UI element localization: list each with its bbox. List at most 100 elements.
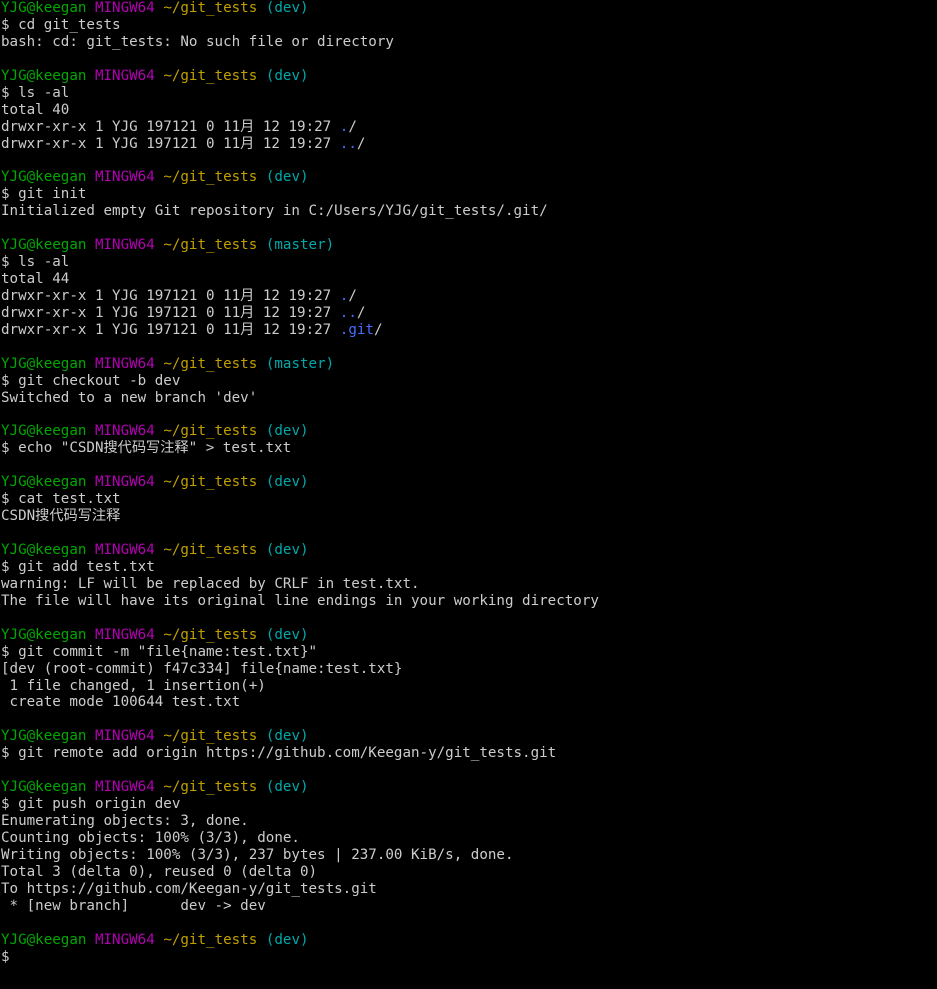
prompt-line: YJG@keegan MINGW64 ~/git_tests (dev) bbox=[1, 169, 937, 186]
directory-listing-line: drwxr-xr-x 1 YJG 197121 0 11月 12 19:27 .… bbox=[1, 322, 937, 339]
prompt-line: YJG@keegan MINGW64 ~/git_tests (dev) bbox=[1, 68, 937, 85]
output-line: CSDN搜代码写注释 bbox=[1, 508, 121, 525]
output-line: [dev (root-commit) f47c334] file{name:te… bbox=[1, 660, 403, 677]
prompt-path: ~/git_tests bbox=[163, 67, 258, 84]
prompt-msystem: MINGW64 bbox=[94, 542, 155, 558]
prompt-path: ~/git_tests bbox=[163, 355, 258, 372]
prompt-branch: (dev) bbox=[265, 169, 309, 186]
prompt-msystem: MINGW64 bbox=[94, 169, 155, 186]
output-line: bash: cd: git_tests: No such file or dir… bbox=[1, 33, 394, 50]
listing-attributes: drwxr-xr-x 1 YJG 197121 0 11月 12 19:27 bbox=[1, 321, 340, 338]
prompt-user: YJG@keegan bbox=[1, 728, 87, 745]
output-line: Enumerating objects: 3, done. bbox=[1, 813, 249, 829]
directory-listing-line: drwxr-xr-x 1 YJG 197121 0 11月 12 19:27 .… bbox=[1, 136, 937, 153]
listing-attributes: drwxr-xr-x 1 YJG 197121 0 11月 12 19:27 bbox=[1, 287, 340, 304]
prompt-path: ~/git_tests bbox=[163, 169, 258, 186]
command-line: $ ls -al bbox=[1, 254, 70, 271]
prompt-line: YJG@keegan MINGW64 ~/git_tests (dev) bbox=[1, 0, 937, 17]
command-line: $ git init bbox=[1, 186, 87, 203]
directory-listing-line: drwxr-xr-x 1 YJG 197121 0 11月 12 19:27 .… bbox=[1, 119, 937, 136]
prompt-branch: (master) bbox=[265, 237, 335, 254]
prompt-msystem: MINGW64 bbox=[94, 237, 155, 254]
directory-listing-line: drwxr-xr-x 1 YJG 197121 0 11月 12 19:27 .… bbox=[1, 305, 937, 322]
prompt-msystem: MINGW64 bbox=[94, 626, 155, 643]
listing-suffix: / bbox=[356, 304, 366, 321]
output-line: Total 3 (delta 0), reused 0 (delta 0) bbox=[1, 863, 318, 880]
listing-directory-name: .git bbox=[339, 321, 374, 338]
terminal-window[interactable]: YJG@keegan MINGW64 ~/git_tests (dev) $ cd… bbox=[0, 0, 937, 965]
listing-attributes: drwxr-xr-x 1 YJG 197121 0 11月 12 19:27 bbox=[1, 135, 340, 152]
prompt-user: YJG@keegan bbox=[1, 237, 87, 254]
prompt-msystem: MINGW64 bbox=[94, 423, 155, 440]
directory-listing-line: drwxr-xr-x 1 YJG 197121 0 11月 12 19:27 .… bbox=[1, 288, 937, 305]
output-line: The file will have its original line end… bbox=[1, 592, 599, 609]
command-line: $ git add test.txt bbox=[1, 558, 155, 575]
output-line: total 40 bbox=[1, 101, 70, 118]
prompt-path: ~/git_tests bbox=[163, 542, 258, 558]
output-line: warning: LF will be replaced by CRLF in … bbox=[1, 575, 420, 592]
prompt-branch: (dev) bbox=[265, 474, 309, 491]
listing-suffix: / bbox=[356, 135, 366, 152]
prompt-line: YJG@keegan MINGW64 ~/git_tests (dev) bbox=[1, 542, 937, 559]
prompt-branch: (dev) bbox=[265, 779, 309, 796]
prompt-user: YJG@keegan bbox=[1, 67, 87, 84]
command-line: $ echo "CSDN搜代码写注释" > test.txt bbox=[1, 440, 292, 457]
prompt-branch: (dev) bbox=[265, 542, 309, 558]
listing-suffix: / bbox=[348, 118, 357, 135]
output-line: 1 file changed, 1 insertion(+) bbox=[1, 677, 266, 694]
prompt-msystem: MINGW64 bbox=[94, 0, 155, 16]
command-line: $ cd git_tests bbox=[1, 16, 121, 33]
prompt-user: YJG@keegan bbox=[1, 779, 87, 796]
prompt-branch: (dev) bbox=[265, 423, 309, 440]
output-line: total 44 bbox=[1, 271, 70, 287]
command-input-line[interactable]: $ bbox=[1, 949, 937, 966]
output-line: To https://github.com/Keegan-y/git_tests… bbox=[1, 880, 377, 897]
output-line: Switched to a new branch 'dev' bbox=[1, 389, 258, 406]
prompt-user: YJG@keegan bbox=[1, 542, 87, 558]
output-line: create mode 100644 test.txt bbox=[1, 694, 241, 711]
listing-directory-name: .. bbox=[339, 135, 357, 152]
command-line: $ git commit -m "file{name:test.txt}" bbox=[1, 643, 318, 660]
listing-attributes: drwxr-xr-x 1 YJG 197121 0 11月 12 19:27 bbox=[1, 118, 340, 135]
prompt-branch: (master) bbox=[265, 355, 335, 372]
prompt-line: YJG@keegan MINGW64 ~/git_tests (master) bbox=[1, 356, 937, 373]
prompt-msystem: MINGW64 bbox=[94, 779, 155, 796]
prompt-line: YJG@keegan MINGW64 ~/git_tests (dev) bbox=[1, 932, 937, 949]
prompt-branch: (dev) bbox=[265, 626, 309, 643]
command-line: $ git remote add origin https://github.c… bbox=[1, 745, 557, 762]
prompt-branch: (dev) bbox=[265, 931, 309, 948]
prompt-msystem: MINGW64 bbox=[94, 474, 155, 491]
listing-directory-name: .. bbox=[339, 304, 357, 321]
command-line: $ cat test.txt bbox=[1, 491, 121, 508]
command-line: $ git push origin dev bbox=[1, 796, 181, 813]
prompt-path: ~/git_tests bbox=[163, 423, 258, 440]
prompt-path: ~/git_tests bbox=[163, 237, 258, 254]
prompt-path: ~/git_tests bbox=[163, 728, 258, 745]
prompt-path: ~/git_tests bbox=[163, 0, 258, 16]
command-line: $ git checkout -b dev bbox=[1, 372, 181, 389]
prompt-branch: (dev) bbox=[265, 0, 309, 16]
prompt-line: YJG@keegan MINGW64 ~/git_tests (dev) bbox=[1, 728, 937, 745]
prompt-user: YJG@keegan bbox=[1, 474, 87, 491]
prompt-line: YJG@keegan MINGW64 ~/git_tests (dev) bbox=[1, 474, 937, 491]
prompt-line: YJG@keegan MINGW64 ~/git_tests (master) bbox=[1, 237, 937, 254]
prompt-user: YJG@keegan bbox=[1, 169, 87, 186]
prompt-branch: (dev) bbox=[265, 67, 309, 84]
prompt-path: ~/git_tests bbox=[163, 779, 258, 796]
prompt-user: YJG@keegan bbox=[1, 931, 87, 948]
prompt-line: YJG@keegan MINGW64 ~/git_tests (dev) bbox=[1, 779, 937, 796]
output-line: Writing objects: 100% (3/3), 237 bytes |… bbox=[1, 846, 514, 863]
prompt-path: ~/git_tests bbox=[163, 474, 258, 491]
prompt-user: YJG@keegan bbox=[1, 626, 87, 643]
listing-suffix: / bbox=[373, 321, 383, 338]
command-line: $ ls -al bbox=[1, 84, 70, 101]
